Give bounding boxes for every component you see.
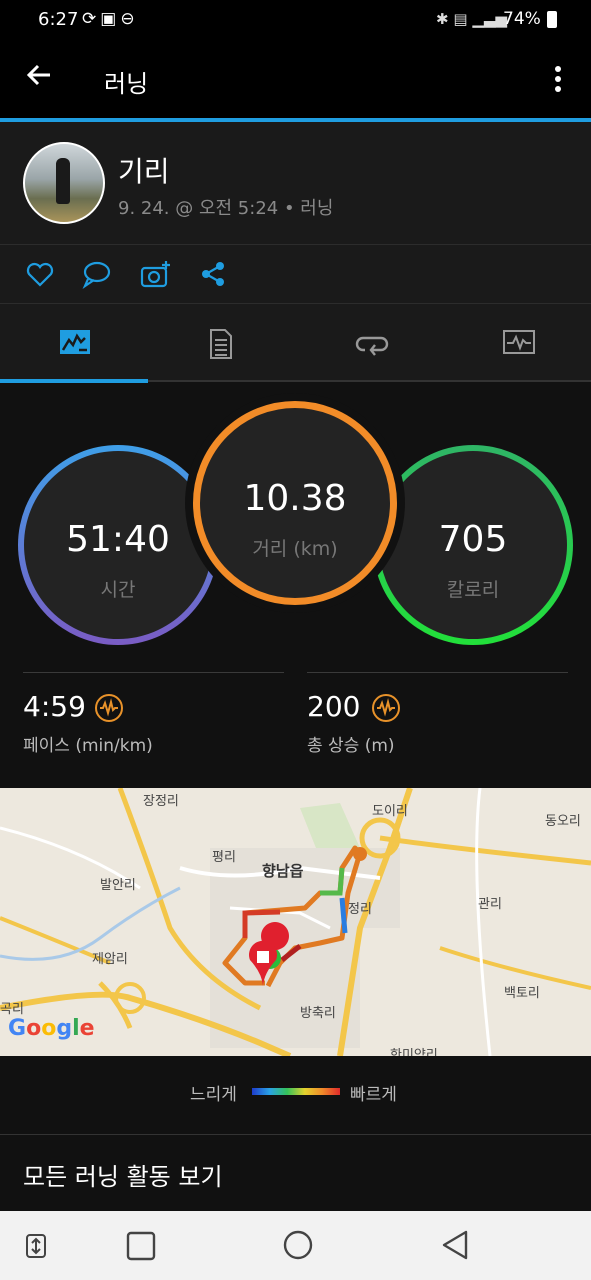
do-not-disturb-icon: ⊖ <box>120 9 139 29</box>
charts-icon <box>503 330 535 354</box>
calories-circle: 705 칼로리 <box>373 445 573 645</box>
distance-value: 10.38 <box>243 478 347 519</box>
page-title: 러닝 <box>104 70 149 98</box>
elevation-effect-icon[interactable] <box>372 694 400 722</box>
calories-value: 705 <box>438 519 508 560</box>
back-arrow-icon[interactable] <box>24 60 54 98</box>
tab-charts[interactable] <box>444 304 591 382</box>
bluetooth-icon: ✱ <box>436 10 449 28</box>
image-icon: ▣ <box>100 9 121 29</box>
app-bar: 러닝 <box>0 40 591 118</box>
status-bar: 6:27 ⟳▣⊖ ✱ ▤ ▁▃▅ 74% <box>0 0 591 40</box>
user-name: 기리 <box>118 155 170 188</box>
route-map[interactable]: 장정리 도이리 동오리 평리 향남읍 발안리 정리 관리 제암리 백토리 방축리… <box>0 788 591 1056</box>
details-icon <box>210 329 232 359</box>
tab-details[interactable] <box>148 304 296 382</box>
legend-slow-label: 느리게 <box>190 1085 237 1105</box>
map-label: 한미약리 <box>390 1048 438 1056</box>
more-options-icon[interactable] <box>548 62 568 96</box>
map-label: 관리 <box>478 897 502 912</box>
laps-icon <box>355 336 389 356</box>
map-label: 향남읍 <box>262 862 304 880</box>
battery-percent: 74% <box>503 9 541 29</box>
view-all-runs-link[interactable]: 모든 러닝 활동 보기 <box>0 1135 591 1211</box>
distance-circle: 10.38 거리 (km) <box>193 401 397 605</box>
map-label: 장정리 <box>143 794 179 809</box>
comment-icon[interactable] <box>82 259 112 289</box>
back-nav-icon[interactable] <box>440 1229 470 1265</box>
status-left-icons: ⟳▣⊖ <box>82 9 139 29</box>
battery-icon <box>547 11 557 28</box>
map-label: 발안리 <box>100 878 136 893</box>
map-label: 정리 <box>348 902 372 917</box>
signal-icon: ▁▃▅ <box>472 10 507 28</box>
stats-panel: 51:40 시간 705 칼로리 10.38 거리 (km) 4:59 페이스 … <box>0 383 591 788</box>
map-label: 백토리 <box>504 986 540 1001</box>
distance-label: 거리 (km) <box>252 538 338 560</box>
speed-legend: 느리게 빠르게 <box>0 1056 591 1134</box>
sync-icon: ⟳ <box>82 9 101 29</box>
status-time: 6:27 <box>38 9 79 30</box>
time-value: 51:40 <box>66 519 170 560</box>
tab-laps[interactable] <box>296 304 444 382</box>
activity-tabs <box>0 304 591 382</box>
map-label: 동오리 <box>545 814 581 829</box>
google-logo: Google <box>8 1016 95 1041</box>
recent-apps-icon[interactable] <box>126 1231 156 1265</box>
elevation-value: 200 <box>307 690 361 723</box>
elevation-label: 총 상승 (m) <box>307 736 395 756</box>
activity-header: 기리 9. 24. @ 오전 5:24 • 러닝 <box>0 122 591 244</box>
pace-label: 페이스 (min/km) <box>23 736 153 756</box>
like-icon[interactable] <box>25 259 55 289</box>
share-icon[interactable] <box>198 259 228 289</box>
keyboard-switch-icon[interactable] <box>24 1233 48 1263</box>
summary-icon <box>60 330 90 354</box>
add-photo-icon[interactable] <box>140 259 170 289</box>
map-label: 도이리 <box>372 804 408 819</box>
system-nav-bar <box>0 1211 591 1280</box>
lte-icon: ▤ <box>453 10 468 28</box>
pace-value: 4:59 <box>23 690 86 723</box>
pace-effect-icon[interactable] <box>95 694 123 722</box>
avatar[interactable] <box>23 142 105 224</box>
time-circle: 51:40 시간 <box>18 445 218 645</box>
view-all-runs-label: 모든 러닝 활동 보기 <box>23 1163 223 1191</box>
time-label: 시간 <box>100 579 136 601</box>
divider <box>307 672 568 673</box>
speed-gradient-bar <box>252 1088 340 1095</box>
status-right-icons: ✱ ▤ ▁▃▅ <box>436 10 507 28</box>
home-icon[interactable] <box>282 1229 314 1265</box>
divider <box>23 672 284 673</box>
activity-meta: 9. 24. @ 오전 5:24 • 러닝 <box>118 198 334 219</box>
legend-fast-label: 빠르게 <box>350 1085 397 1105</box>
map-label: 방축리 <box>300 1006 336 1021</box>
map-label: 제암리 <box>92 952 128 967</box>
calories-label: 칼로리 <box>446 579 500 601</box>
social-actions-row <box>0 245 591 303</box>
map-label: 평리 <box>212 850 236 865</box>
map-label: 곡리 <box>0 1002 24 1017</box>
tab-divider <box>148 380 591 382</box>
tab-summary[interactable] <box>0 304 148 382</box>
